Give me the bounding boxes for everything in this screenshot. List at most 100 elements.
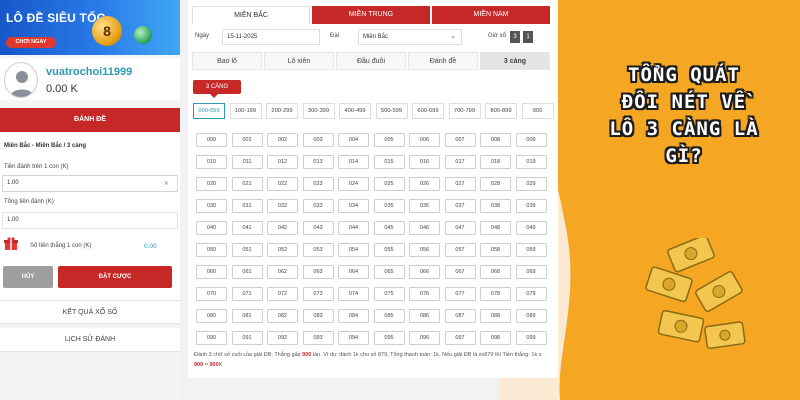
number-cell[interactable]: 071 <box>231 287 263 301</box>
station-select[interactable]: Miền Bắc ⌄ <box>358 29 462 45</box>
bet-type-dau-duoi[interactable]: Đầu đuôi <box>336 52 406 70</box>
number-cell[interactable]: 001 <box>231 133 263 147</box>
number-cell[interactable]: 027 <box>444 177 476 191</box>
number-cell[interactable]: 023 <box>302 177 334 191</box>
number-cell[interactable]: 098 <box>480 331 511 345</box>
number-cell[interactable]: 078 <box>480 287 511 301</box>
range-button[interactable]: 600-699 <box>412 103 444 119</box>
number-cell[interactable]: 044 <box>338 221 369 235</box>
number-cell[interactable]: 089 <box>515 309 547 323</box>
number-cell[interactable]: 038 <box>480 199 511 213</box>
place-bet-button[interactable]: ĐẶT CƯỢC <box>58 266 172 288</box>
number-cell[interactable]: 082 <box>267 309 298 323</box>
number-cell[interactable]: 004 <box>338 133 369 147</box>
number-cell[interactable]: 026 <box>409 177 440 191</box>
range-button[interactable]: 800-899 <box>485 103 517 119</box>
number-cell[interactable]: 096 <box>409 331 440 345</box>
number-cell[interactable]: 012 <box>267 155 298 169</box>
cancel-button[interactable]: HỦY <box>3 266 53 288</box>
number-cell[interactable]: 084 <box>338 309 369 323</box>
number-cell[interactable]: 055 <box>373 243 405 257</box>
number-cell[interactable]: 074 <box>338 287 369 301</box>
promo-banner[interactable]: LÔ ĐỀ SIÊU TỐC CHƠI NGAY 8 <box>0 0 180 55</box>
number-cell[interactable]: 093 <box>302 331 334 345</box>
number-cell[interactable]: 024 <box>338 177 369 191</box>
number-cell[interactable]: 041 <box>231 221 263 235</box>
number-cell[interactable]: 048 <box>480 221 511 235</box>
number-cell[interactable]: 029 <box>515 177 547 191</box>
number-cell[interactable]: 067 <box>444 265 476 279</box>
number-cell[interactable]: 005 <box>373 133 405 147</box>
tab-mien-trung[interactable]: MIỀN TRUNG <box>312 6 430 24</box>
clear-icon[interactable]: × <box>164 176 169 191</box>
per-unit-input[interactable]: 1.00 × <box>2 175 178 192</box>
number-cell[interactable]: 019 <box>515 155 547 169</box>
number-cell[interactable]: 049 <box>515 221 547 235</box>
number-cell[interactable]: 021 <box>231 177 263 191</box>
number-cell[interactable]: 034 <box>338 199 369 213</box>
number-cell[interactable]: 073 <box>302 287 334 301</box>
range-button[interactable]: 700-799 <box>448 103 481 119</box>
number-cell[interactable]: 017 <box>444 155 476 169</box>
number-cell[interactable]: 031 <box>231 199 263 213</box>
number-cell[interactable]: 037 <box>444 199 476 213</box>
sub-type-badge[interactable]: 3 CÀNG <box>193 80 241 94</box>
number-cell[interactable]: 095 <box>373 331 405 345</box>
number-cell[interactable]: 047 <box>444 221 476 235</box>
number-cell[interactable]: 018 <box>480 155 511 169</box>
number-cell[interactable]: 040 <box>196 221 227 235</box>
number-cell[interactable]: 010 <box>196 155 227 169</box>
number-cell[interactable]: 015 <box>373 155 405 169</box>
number-cell[interactable]: 003 <box>302 133 334 147</box>
number-cell[interactable]: 068 <box>480 265 511 279</box>
bet-history-link[interactable]: LỊCH SỬ ĐÁNH <box>0 328 180 352</box>
number-cell[interactable]: 028 <box>480 177 511 191</box>
range-button[interactable]: 000-099 <box>193 103 225 119</box>
lottery-results-link[interactable]: KẾT QUẢ XỔ SỐ <box>0 300 180 324</box>
number-cell[interactable]: 091 <box>231 331 263 345</box>
draw-time-box[interactable]: 1 <box>523 31 533 43</box>
number-cell[interactable]: 075 <box>373 287 405 301</box>
number-cell[interactable]: 087 <box>444 309 476 323</box>
range-button[interactable]: 300-399 <box>302 103 335 119</box>
date-input[interactable]: 15-11-2025 <box>222 29 320 45</box>
number-cell[interactable]: 009 <box>515 133 547 147</box>
number-cell[interactable]: 072 <box>267 287 298 301</box>
number-cell[interactable]: 039 <box>515 199 547 213</box>
number-cell[interactable]: 043 <box>302 221 334 235</box>
number-cell[interactable]: 066 <box>409 265 440 279</box>
number-cell[interactable]: 036 <box>409 199 440 213</box>
number-cell[interactable]: 057 <box>444 243 476 257</box>
number-cell[interactable]: 076 <box>409 287 440 301</box>
range-button[interactable]: 200-299 <box>266 103 298 119</box>
number-cell[interactable]: 094 <box>338 331 369 345</box>
number-cell[interactable]: 054 <box>338 243 369 257</box>
number-cell[interactable]: 046 <box>409 221 440 235</box>
number-cell[interactable]: 050 <box>196 243 227 257</box>
bet-type-lo-xien[interactable]: Lô xiên <box>264 52 334 70</box>
range-button[interactable]: 500-599 <box>375 103 408 119</box>
draw-time-box[interactable]: 3 <box>510 31 520 43</box>
number-cell[interactable]: 077 <box>444 287 476 301</box>
number-cell[interactable]: 006 <box>409 133 440 147</box>
number-cell[interactable]: 013 <box>302 155 334 169</box>
number-cell[interactable]: 083 <box>302 309 334 323</box>
number-cell[interactable]: 002 <box>267 133 298 147</box>
number-cell[interactable]: 088 <box>480 309 511 323</box>
number-cell[interactable]: 069 <box>515 265 547 279</box>
number-cell[interactable]: 011 <box>231 155 263 169</box>
number-cell[interactable]: 053 <box>302 243 334 257</box>
range-button[interactable]: 400-499 <box>339 103 371 119</box>
number-cell[interactable]: 086 <box>409 309 440 323</box>
number-cell[interactable]: 007 <box>444 133 476 147</box>
number-cell[interactable]: 000 <box>196 133 227 147</box>
number-cell[interactable]: 079 <box>515 287 547 301</box>
number-cell[interactable]: 032 <box>267 199 298 213</box>
number-cell[interactable]: 063 <box>302 265 334 279</box>
number-cell[interactable]: 059 <box>515 243 547 257</box>
number-cell[interactable]: 097 <box>444 331 476 345</box>
number-cell[interactable]: 016 <box>409 155 440 169</box>
number-cell[interactable]: 008 <box>480 133 511 147</box>
number-cell[interactable]: 090 <box>196 331 227 345</box>
bet-type-bao-lo[interactable]: Bao lô <box>192 52 262 70</box>
